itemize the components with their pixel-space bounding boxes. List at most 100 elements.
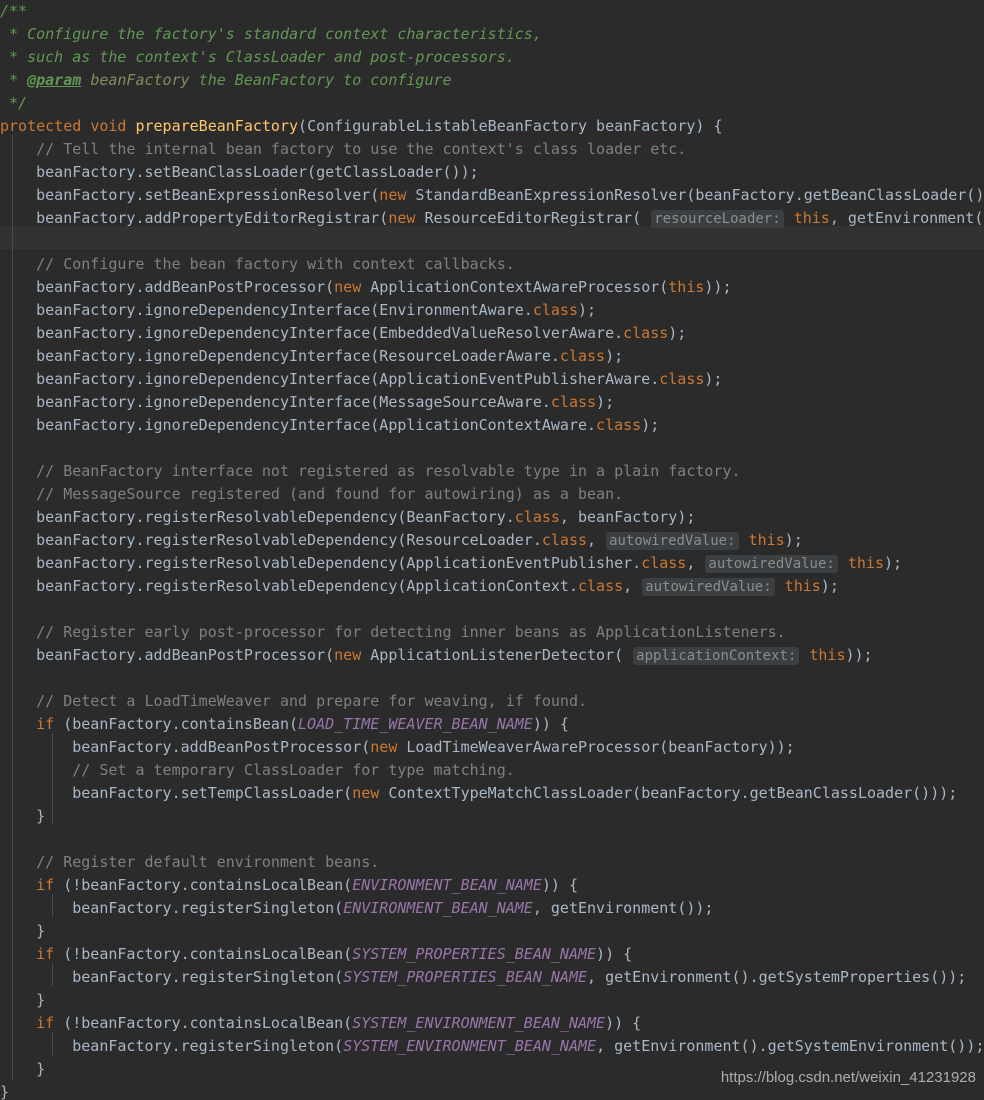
comment: // Configure the bean factory with conte…: [36, 255, 515, 273]
code-line: beanFactory.registerResolvableDependency…: [36, 508, 696, 526]
param-hint-autowired-value: autowiredValue:: [642, 578, 775, 596]
method-close-brace: }: [0, 1083, 10, 1100]
code-line-method-signature: protected void prepareBeanFactory(Config…: [0, 117, 723, 135]
code-line: }: [0, 989, 984, 1012]
constant-system-environment: SYSTEM_ENVIRONMENT_BEAN_NAME: [352, 1014, 606, 1032]
code-line: beanFactory.setBeanClassLoader(getClassL…: [0, 161, 984, 184]
comment: // MessageSource registered (and found f…: [36, 485, 624, 503]
keyword-class: class: [596, 416, 642, 434]
code-line: beanFactory.setBeanExpressionResolver(ne…: [36, 186, 984, 204]
keyword-class: class: [550, 393, 597, 411]
code-line: beanFactory.addBeanPostProcessor(new App…: [36, 278, 732, 296]
javadoc-text: Configure the factory's standard context…: [18, 25, 542, 43]
keyword-this: this: [668, 278, 705, 296]
keyword-if: if: [36, 876, 55, 894]
code-line: beanFactory.addBeanPostProcessor(new App…: [36, 646, 873, 665]
code-line: // Configure the bean factory with conte…: [0, 253, 984, 276]
constant-load-time-weaver: LOAD_TIME_WEAVER_BEAN_NAME: [298, 715, 533, 733]
constant-system-properties: SYSTEM_PROPERTIES_BEAN_NAME: [352, 945, 597, 963]
code-line: beanFactory.ignoreDependencyInterface(En…: [36, 301, 597, 319]
param-type: ConfigurableListableBeanFactory: [307, 117, 588, 135]
code-line: if (!beanFactory.containsLocalBean(SYSTE…: [36, 945, 633, 963]
javadoc-close: */: [0, 94, 28, 112]
javadoc-star: *: [0, 25, 19, 43]
keyword-this: this: [793, 209, 830, 227]
param-hint-application-context: applicationContext:: [633, 647, 800, 665]
keyword-class: class: [541, 531, 588, 549]
code-line: */: [0, 92, 984, 115]
code-line: // BeanFactory interface not registered …: [0, 460, 984, 483]
code-line: beanFactory.registerSingleton(SYSTEM_PRO…: [72, 968, 967, 986]
code-line: // Set a temporary ClassLoader for type …: [0, 759, 984, 782]
keyword-new: new: [379, 186, 407, 204]
keyword-if: if: [36, 715, 55, 733]
keyword-class: class: [641, 554, 687, 572]
keyword-class: class: [577, 577, 624, 595]
keyword-class: class: [559, 347, 606, 365]
javadoc-text: such as the context's ClassLoader and po…: [18, 48, 515, 66]
code-line: beanFactory.setTempClassLoader(new Conte…: [72, 784, 958, 802]
keyword-class: class: [623, 324, 669, 342]
keyword-class: class: [514, 508, 560, 526]
method-name: prepareBeanFactory: [135, 117, 299, 135]
constant-environment: ENVIRONMENT_BEAN_NAME: [352, 876, 542, 894]
javadoc-param-tag: @param: [27, 71, 82, 89]
code-line: beanFactory.addBeanPostProcessor(new Loa…: [72, 738, 795, 756]
code-line: if (!beanFactory.containsLocalBean(SYSTE…: [36, 1014, 642, 1032]
keyword-this: this: [809, 646, 846, 664]
code-line: }: [0, 920, 984, 943]
code-line: }: [0, 805, 984, 828]
code-line: // Detect a LoadTimeWeaver and prepare f…: [0, 690, 984, 713]
keyword-class: class: [659, 370, 705, 388]
javadoc-star: *: [0, 48, 19, 66]
keyword-if: if: [36, 945, 55, 963]
comment: // Register early post-processor for det…: [36, 623, 786, 641]
comment: // Set a temporary ClassLoader for type …: [72, 761, 515, 779]
keyword-this: this: [847, 554, 884, 572]
code-line: // Tell the internal bean factory to use…: [0, 138, 984, 161]
watermark-url: https://blog.csdn.net/weixin_41231928: [720, 1069, 976, 1086]
code-line: beanFactory.ignoreDependencyInterface(Em…: [36, 324, 687, 342]
close-brace: }: [36, 991, 46, 1009]
comment: // Tell the internal bean factory to use…: [36, 140, 687, 158]
javadoc-open: /**: [0, 2, 28, 20]
code-line: beanFactory.registerSingleton(ENVIRONMEN…: [72, 899, 714, 917]
code-line: * such as the context's ClassLoader and …: [0, 46, 984, 69]
constant-environment: ENVIRONMENT_BEAN_NAME: [343, 899, 533, 917]
code-line: beanFactory.registerResolvableDependency…: [36, 531, 803, 550]
javadoc-param-desc: the BeanFactory to configure: [189, 71, 452, 89]
code-line: // Register default environment beans.: [0, 851, 984, 874]
keyword-new: new: [388, 209, 416, 227]
comment: // Register default environment beans.: [36, 853, 380, 871]
param-hint-resource-loader: resourceLoader:: [651, 210, 784, 228]
constant-system-properties: SYSTEM_PROPERTIES_BEAN_NAME: [343, 968, 588, 986]
source-code[interactable]: /** * Configure the factory's standard c…: [0, 0, 984, 1100]
javadoc-param-name: beanFactory: [90, 71, 190, 89]
code-line: // Register early post-processor for det…: [0, 621, 984, 644]
param-hint-autowired-value: autowiredValue:: [606, 532, 739, 550]
code-line: /**: [0, 0, 984, 23]
code-line: beanFactory.ignoreDependencyInterface(Ap…: [36, 416, 660, 434]
keyword-this: this: [784, 577, 821, 595]
code-line: beanFactory.registerResolvableDependency…: [36, 577, 839, 596]
comment: // BeanFactory interface not registered …: [36, 462, 741, 480]
code-editor[interactable]: /** * Configure the factory's standard c…: [0, 0, 984, 1100]
keyword-void: void: [90, 117, 127, 135]
keyword-new: new: [334, 646, 362, 664]
keyword-new: new: [352, 784, 380, 802]
code-line: if (!beanFactory.containsLocalBean(ENVIR…: [36, 876, 578, 894]
code-line: beanFactory.addPropertyEditorRegistrar(n…: [36, 209, 984, 228]
code-line: * Configure the factory's standard conte…: [0, 23, 984, 46]
code-line: if (beanFactory.containsBean(LOAD_TIME_W…: [36, 715, 569, 733]
keyword-protected: protected: [0, 117, 82, 135]
code-line: beanFactory.ignoreDependencyInterface(Me…: [36, 393, 615, 411]
close-brace: }: [36, 922, 46, 940]
comment: // Detect a LoadTimeWeaver and prepare f…: [36, 692, 588, 710]
keyword-this: this: [748, 531, 785, 549]
code-line: beanFactory.registerResolvableDependency…: [36, 554, 903, 573]
